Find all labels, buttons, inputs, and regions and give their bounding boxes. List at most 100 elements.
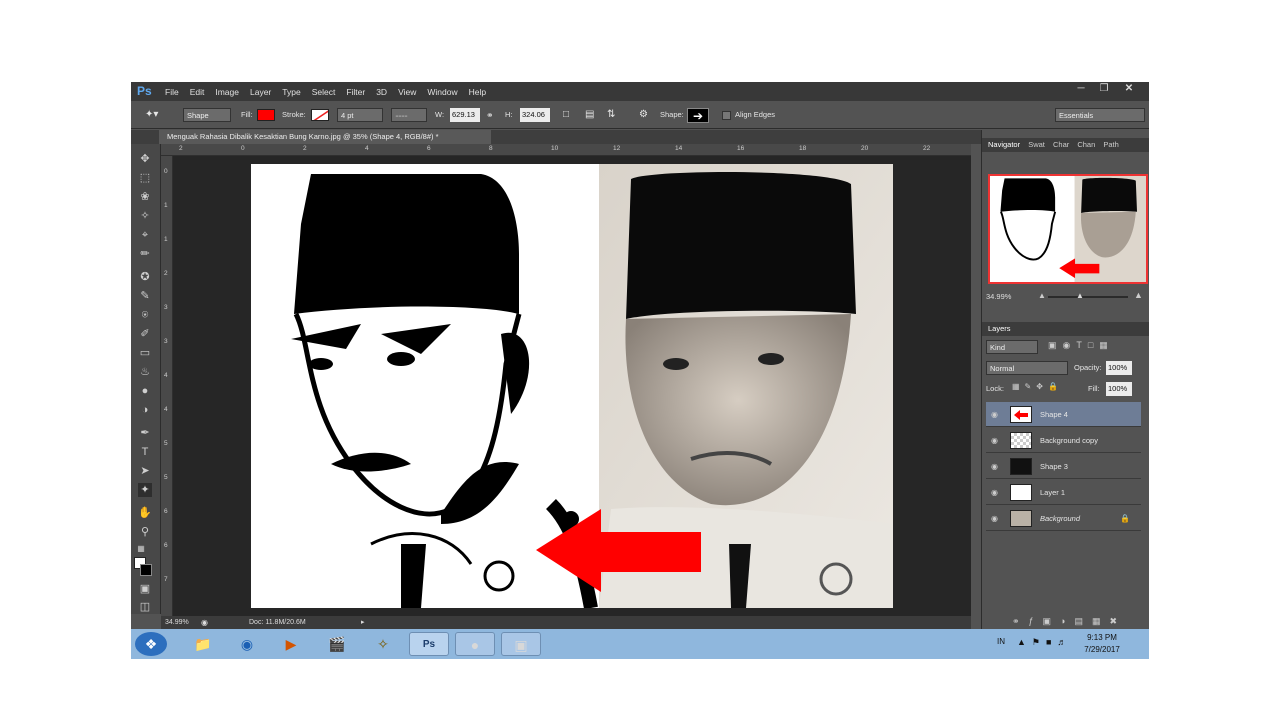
custom-shape-tool-icon[interactable]: ✦ — [138, 483, 152, 497]
eye-icon[interactable]: ◉ — [991, 428, 1001, 453]
hand-tool-icon[interactable]: ✋ — [138, 506, 152, 520]
clone-stamp-tool-icon[interactable]: ⍟ — [138, 308, 152, 322]
menu-image[interactable]: Image — [215, 87, 239, 97]
media-classic-icon[interactable]: 🎬 — [317, 632, 357, 656]
restore-icon[interactable]: ❐ — [1094, 82, 1114, 96]
media-player-icon[interactable]: ▶ — [271, 632, 311, 656]
menu-help[interactable]: Help — [469, 87, 486, 97]
align-edges-checkbox[interactable] — [722, 111, 731, 120]
layer-row-background-copy[interactable]: ◉ Background copy — [986, 428, 1141, 453]
paint-bucket-tool-icon[interactable]: ♨ — [138, 365, 152, 379]
layer-filter-select[interactable]: Kind — [986, 340, 1038, 354]
close-icon[interactable]: ✕ — [1119, 82, 1139, 96]
tool-mode-select[interactable]: Shape — [183, 108, 231, 122]
zoom-level[interactable]: 34.99% — [165, 616, 189, 629]
eye-icon[interactable]: ◉ — [991, 402, 1001, 427]
link-icon[interactable]: ⚭ — [486, 108, 494, 122]
stroke-width-input[interactable]: 4 pt — [337, 108, 383, 122]
menu-3d[interactable]: 3D — [376, 87, 387, 97]
history-brush-tool-icon[interactable]: ✐ — [138, 327, 152, 341]
tab-navigator[interactable]: Navigator — [988, 140, 1020, 149]
brush-tool-icon[interactable]: ✎ — [138, 289, 152, 303]
start-button[interactable]: ❖ — [135, 632, 167, 656]
language-indicator[interactable]: IN — [997, 637, 1005, 646]
blur-tool-icon[interactable]: ● — [138, 384, 152, 398]
fill-opacity-input[interactable]: 100% — [1106, 382, 1132, 396]
eraser-tool-icon[interactable]: ▭ — [138, 346, 152, 360]
zoom-in-icon[interactable]: ▲ — [1134, 290, 1143, 300]
dodge-tool-icon[interactable]: ◑ — [138, 403, 152, 417]
internet-explorer-icon[interactable]: ◉ — [227, 632, 267, 656]
system-tray-icons[interactable]: ▲⚑■♬ — [1017, 637, 1072, 648]
menu-file[interactable]: File — [165, 87, 179, 97]
tab-swatches[interactable]: Swat — [1028, 140, 1045, 149]
explorer-icon[interactable]: 📁 — [183, 632, 223, 656]
menu-edit[interactable]: Edit — [190, 87, 205, 97]
width-input[interactable]: 629.13 — [450, 108, 480, 122]
menu-view[interactable]: View — [398, 87, 416, 97]
custom-shape-tool-icon[interactable]: ✦▾ — [145, 108, 158, 122]
workspace-select[interactable]: Essentials — [1055, 108, 1145, 122]
screen-mode-icon[interactable]: ◫ — [138, 600, 152, 614]
document-tab[interactable]: Menguak Rahasia Dibalik Kesaktian Bung K… — [159, 130, 491, 144]
document-canvas[interactable] — [251, 164, 893, 608]
navigator-zoom-slider-handle[interactable]: ▲ — [1076, 291, 1084, 300]
stroke-swatch[interactable] — [311, 109, 329, 121]
layer-filter-icons[interactable]: ▣◉T□▦ — [1048, 340, 1114, 351]
type-tool-icon[interactable]: T — [138, 445, 152, 459]
path-alignment-icon[interactable]: ▤ — [585, 108, 594, 122]
fill-swatch[interactable] — [257, 109, 275, 121]
status-menu-arrow-icon[interactable]: ▸ — [361, 616, 365, 629]
lock-icons[interactable]: ▦✎✥🔒 — [1012, 382, 1063, 391]
tab-character[interactable]: Char — [1053, 140, 1069, 149]
tab-paths[interactable]: Path — [1103, 140, 1118, 149]
eye-icon[interactable]: ◉ — [991, 480, 1001, 505]
layer-row-shape-4[interactable]: ◉ Shape 4 — [986, 402, 1141, 427]
marquee-tool-icon[interactable]: ⬚ — [138, 171, 152, 185]
menu-layer[interactable]: Layer — [250, 87, 271, 97]
shape-picker-arrow-icon[interactable]: ➔ — [687, 108, 709, 123]
minimize-icon[interactable]: ─ — [1071, 82, 1091, 96]
lasso-tool-icon[interactable]: ❀ — [138, 190, 152, 204]
tab-layers[interactable]: Layers — [988, 324, 1011, 333]
path-arrangement-icon[interactable]: ⇅ — [607, 108, 615, 122]
healing-brush-tool-icon[interactable]: ✪ — [138, 270, 152, 284]
path-operations-icon[interactable]: □ — [563, 108, 569, 122]
menu-type[interactable]: Type — [282, 87, 300, 97]
gear-icon[interactable]: ⚙ — [639, 108, 648, 122]
pen-tool-icon[interactable]: ✒ — [138, 426, 152, 440]
move-tool-icon[interactable]: ✥ — [138, 152, 152, 166]
navigator-zoom-slider[interactable] — [1048, 296, 1128, 298]
layer-row-layer-1[interactable]: ◉ Layer 1 — [986, 480, 1141, 505]
eyedropper-tool-icon[interactable]: ✏ — [138, 247, 152, 261]
blend-mode-select[interactable]: Normal — [986, 361, 1068, 375]
navigator-zoom[interactable]: 34.99% — [986, 292, 1011, 301]
background-color-swatch[interactable] — [140, 564, 152, 576]
quick-mask-icon[interactable]: ▣ — [138, 582, 152, 596]
eye-icon[interactable]: ◉ — [991, 454, 1001, 479]
navigator-thumbnail[interactable] — [988, 174, 1148, 284]
default-colors-icon[interactable]: ▦ — [134, 542, 148, 556]
photoshop-taskbar-icon[interactable]: Ps — [409, 632, 449, 656]
crop-tool-icon[interactable]: ⌖ — [138, 228, 152, 242]
opacity-input[interactable]: 100% — [1106, 361, 1132, 375]
height-input[interactable]: 324.06 — [520, 108, 550, 122]
menu-select[interactable]: Select — [312, 87, 336, 97]
taskbar-clock[interactable]: 9:13 PM 7/29/2017 — [1077, 632, 1127, 656]
eye-icon[interactable]: ◉ — [991, 506, 1001, 531]
layer-panel-actions[interactable]: ⚭ƒ▣◑▤▦✖ — [1012, 616, 1126, 627]
zoom-out-icon[interactable]: ▲ — [1038, 291, 1046, 300]
stroke-type-select[interactable]: ········ — [391, 108, 427, 122]
path-selection-tool-icon[interactable]: ➤ — [138, 464, 152, 478]
tab-channels[interactable]: Chan — [1077, 140, 1095, 149]
layer-row-background[interactable]: ◉ Background 🔒 — [986, 506, 1141, 531]
layer-row-shape-3[interactable]: ◉ Shape 3 — [986, 454, 1141, 479]
menu-filter[interactable]: Filter — [346, 87, 365, 97]
canvas-area[interactable] — [173, 156, 971, 616]
magic-wand-tool-icon[interactable]: ✧ — [138, 209, 152, 223]
camtasia-icon[interactable]: ● — [455, 632, 495, 656]
tool-app-icon[interactable]: ✧ — [363, 632, 403, 656]
zoom-tool-icon[interactable]: ⚲ — [138, 525, 152, 539]
recorder-icon[interactable]: ▣ — [501, 632, 541, 656]
status-info-icon[interactable]: ◉ — [201, 616, 208, 629]
